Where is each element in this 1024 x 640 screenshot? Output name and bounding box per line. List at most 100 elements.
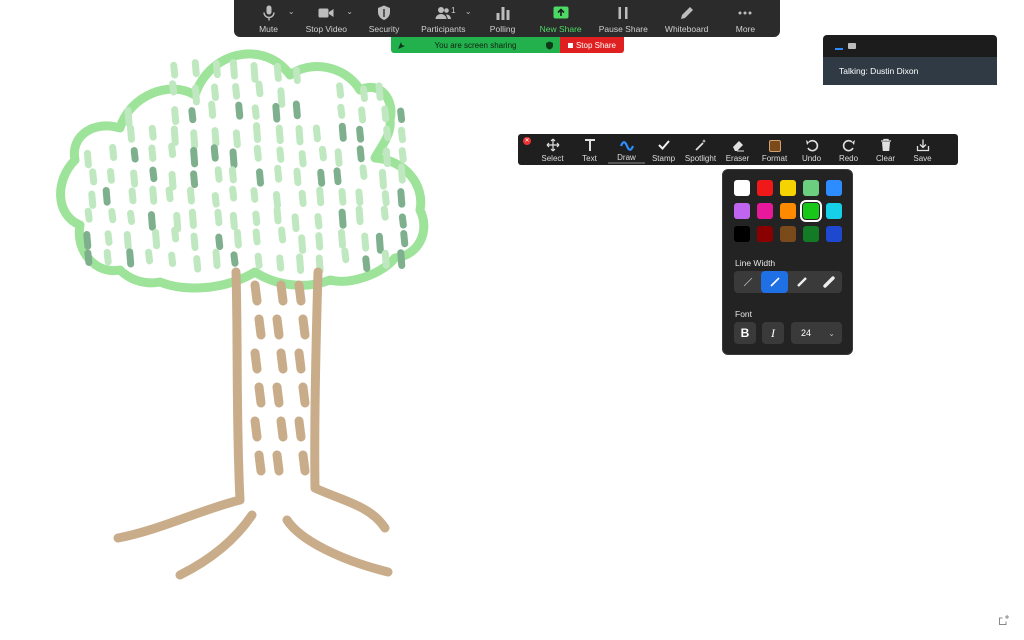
eraser-tool[interactable]: Eraser [719, 136, 756, 163]
leaf-stroke [400, 230, 409, 248]
mute-button[interactable]: ⌄ Mute [249, 0, 295, 34]
polling-button[interactable]: Polling [483, 0, 523, 34]
participants-options-chevron-icon[interactable]: ⌄ [465, 7, 472, 16]
color-swatch[interactable] [826, 226, 842, 242]
color-swatch[interactable] [757, 226, 773, 242]
leaf-stroke [88, 190, 97, 209]
leaf-stroke [341, 247, 350, 264]
stop-video-label: Stop Video [305, 24, 347, 34]
security-label: Security [368, 24, 400, 34]
leaf-stroke [250, 62, 259, 83]
leaf-stroke [317, 168, 326, 187]
whiteboard-button[interactable]: Whiteboard [665, 0, 708, 34]
mute-options-chevron-icon[interactable]: ⌄ [288, 7, 295, 16]
leaf-stroke [148, 144, 157, 162]
color-swatch[interactable] [757, 203, 773, 219]
bark-stroke [276, 416, 288, 442]
color-swatch[interactable] [734, 203, 750, 219]
spotlight-tool[interactable]: Spotlight [682, 136, 719, 163]
minimize-icon[interactable] [835, 48, 843, 50]
save-tool[interactable]: Save [904, 136, 941, 163]
participants-label: Participants [421, 24, 466, 34]
share-corner-icon[interactable] [998, 614, 1010, 626]
mute-label: Mute [259, 24, 278, 34]
color-swatch[interactable] [800, 200, 822, 222]
format-tool[interactable]: Format [756, 136, 793, 163]
pause-share-button[interactable]: Pause Share [599, 0, 648, 34]
close-annotation-icon[interactable]: ✕ [523, 137, 531, 145]
eraser-icon [732, 141, 744, 152]
shield-icon [378, 5, 391, 20]
color-swatch[interactable] [780, 180, 796, 196]
trunk-stroke [282, 515, 393, 577]
video-view-icon[interactable] [848, 43, 856, 49]
thick-line-icon [796, 277, 807, 287]
leaf-stroke [292, 100, 301, 120]
leaf-stroke [149, 185, 158, 205]
leaf-stroke [83, 149, 92, 169]
new-share-button[interactable]: New Share [540, 0, 582, 34]
color-swatch[interactable] [803, 226, 819, 242]
leaf-stroke [254, 252, 263, 269]
leaf-stroke [382, 147, 391, 168]
color-swatch[interactable] [734, 226, 750, 242]
leaf-stroke [298, 150, 307, 168]
line-width-medium[interactable] [761, 271, 788, 293]
leaf-stroke [358, 106, 367, 124]
line-width-extra-thick[interactable] [815, 271, 842, 293]
sharing-status[interactable]: You are screen sharing [391, 37, 560, 53]
stop-video-button[interactable]: ⌄ Stop Video [305, 0, 353, 34]
leaf-stroke [190, 129, 199, 150]
bold-button[interactable]: B [734, 322, 756, 344]
color-swatch[interactable] [734, 180, 750, 196]
color-swatch[interactable] [757, 180, 773, 196]
font-size-select[interactable]: 24 ⌄ [791, 322, 842, 344]
text-tool[interactable]: Text [571, 136, 608, 163]
participants-button[interactable]: 1 ⌄ Participants [421, 0, 471, 34]
bark-stroke [272, 314, 284, 340]
select-tool[interactable]: Select [534, 136, 571, 163]
line-width-options [734, 271, 842, 293]
leaf-stroke [229, 185, 238, 202]
color-swatch[interactable] [780, 203, 796, 219]
microphone-icon [262, 5, 275, 21]
save-download-icon [916, 139, 929, 152]
line-width-thin[interactable] [734, 271, 761, 293]
clear-tool[interactable]: Clear [867, 136, 904, 163]
leaf-stroke [295, 125, 304, 146]
color-swatch[interactable] [826, 203, 842, 219]
leaf-stroke [190, 232, 199, 252]
leaf-stroke [229, 211, 238, 231]
security-button[interactable]: Security [364, 0, 404, 34]
drawing-canvas[interactable] [0, 0, 1024, 640]
color-swatch[interactable] [803, 180, 819, 196]
share-up-arrow-icon [553, 6, 569, 19]
talking-panel[interactable]: Talking: Dustin Dixon [823, 35, 997, 85]
stamp-tool[interactable]: Stamp [645, 136, 682, 163]
line-width-thick[interactable] [788, 271, 815, 293]
stop-share-button[interactable]: Stop Share [559, 37, 624, 53]
more-label: More [735, 24, 756, 34]
more-button[interactable]: More [725, 0, 765, 34]
format-swatch-icon [768, 140, 781, 152]
tree-drawing [56, 49, 429, 580]
bark-stroke [254, 382, 266, 408]
trunk-stroke [231, 267, 245, 505]
undo-tool[interactable]: Undo [793, 136, 830, 163]
leaf-stroke [123, 231, 132, 251]
thin-line-icon [743, 277, 752, 287]
bark-stroke [294, 416, 306, 442]
color-swatch[interactable] [780, 226, 796, 242]
video-options-chevron-icon[interactable]: ⌄ [346, 7, 353, 16]
italic-button[interactable]: I [762, 322, 784, 344]
leaf-stroke [124, 106, 133, 128]
whiteboard-label: Whiteboard [664, 24, 709, 34]
redo-tool[interactable]: Redo [830, 136, 867, 163]
leaf-stroke [212, 59, 221, 79]
draw-tool[interactable]: Draw [608, 135, 645, 164]
leaf-stroke [109, 143, 118, 161]
leaf-stroke [193, 255, 202, 273]
leaf-stroke [147, 211, 156, 231]
ellipsis-icon [738, 11, 752, 15]
color-swatch[interactable] [826, 180, 842, 196]
